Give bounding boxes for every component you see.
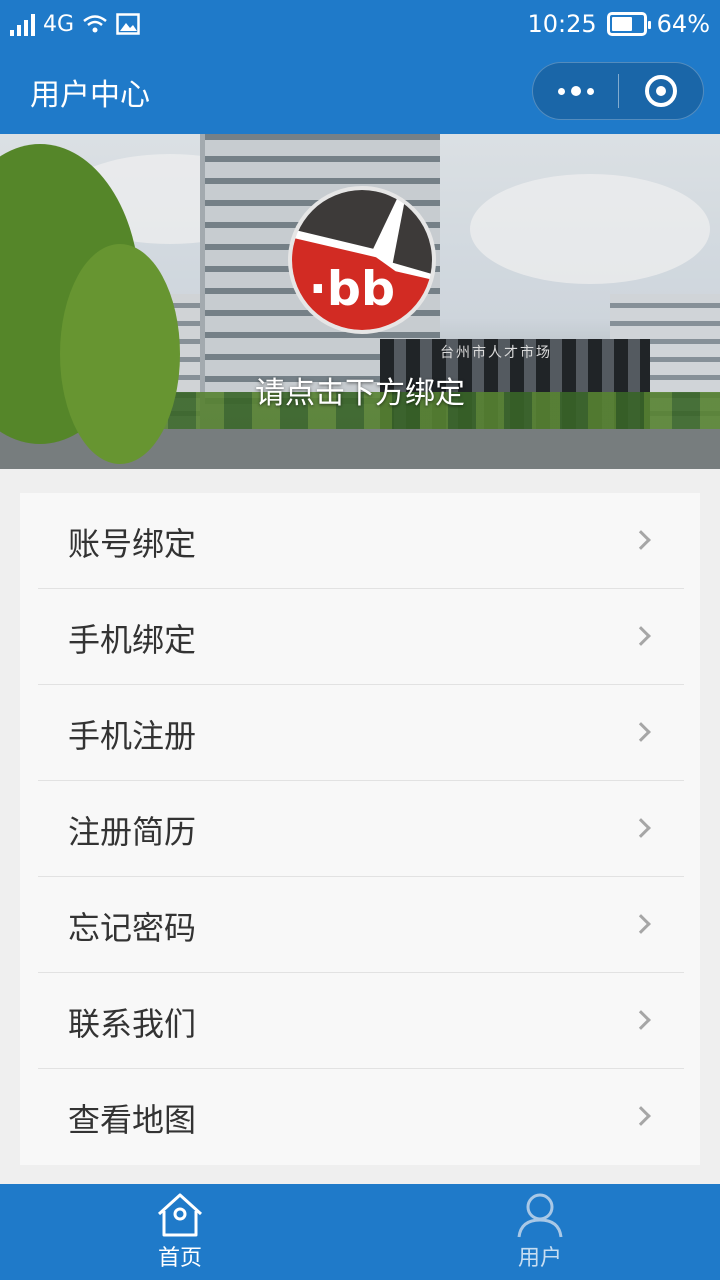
menu-item-label: 账号绑定 [68,525,197,563]
more-dot-icon [557,87,565,95]
menu-item-account-binding[interactable]: 账号绑定 [20,493,700,589]
user-icon [517,1193,563,1238]
clock: 10:25 [527,10,597,38]
menu-item-view-map[interactable]: 查看地图 [20,1069,700,1165]
menu-item-phone-binding[interactable]: 手机绑定 [20,589,700,685]
menu-item-register-resume[interactable]: 注册简历 [20,781,700,877]
status-bar: 4G 10:25 64% [0,0,720,48]
tab-bar: 首页 用户 [0,1184,720,1280]
chevron-right-icon [631,530,651,550]
menu-item-label: 联系我们 [68,1005,197,1043]
menu-item-label: 手机绑定 [68,621,197,659]
menu-item-contact-us[interactable]: 联系我们 [20,973,700,1069]
chevron-right-icon [631,626,651,646]
bind-hint: 请点击下方绑定 [255,376,465,411]
battery-percent: 64% [656,10,710,38]
tab-user[interactable]: 用户 [360,1184,720,1280]
mini-program-capsule [532,62,704,120]
target-icon [644,75,677,107]
more-dot-icon [570,86,581,96]
signal-icon [10,12,35,36]
chevron-right-icon [631,914,651,934]
network-type: 4G [43,11,75,37]
chevron-right-icon [631,1010,651,1030]
company-logo-icon: ·bb [292,190,432,330]
chevron-right-icon [631,818,651,838]
tab-home[interactable]: 首页 [0,1184,360,1280]
page-title: 用户中心 [30,78,150,113]
close-mini-program-button[interactable] [619,63,703,119]
menu-list: 账号绑定 手机绑定 手机注册 注册简历 忘记密码 联系我们 查看地图 [20,493,700,1165]
more-button[interactable] [533,63,618,119]
menu-item-label: 手机注册 [68,717,197,755]
menu-item-label: 查看地图 [68,1101,197,1139]
battery-icon [606,12,651,36]
wifi-icon [83,15,107,33]
chevron-right-icon [631,722,651,742]
nav-bar: 用户中心 [0,48,720,134]
menu-item-phone-register[interactable]: 手机注册 [20,685,700,781]
home-icon [157,1193,203,1237]
menu-item-label: 注册简历 [68,813,197,851]
menu-item-label: 忘记密码 [68,909,197,947]
image-icon [116,13,140,35]
chevron-right-icon [631,1106,651,1126]
more-dot-icon [586,87,594,95]
menu-item-forgot-password[interactable]: 忘记密码 [20,877,700,973]
tab-user-label: 用户 [517,1246,562,1271]
tab-home-label: 首页 [157,1246,202,1271]
avatar[interactable]: ·bb [288,186,436,334]
svg-text:·bb: ·bb [309,262,395,317]
